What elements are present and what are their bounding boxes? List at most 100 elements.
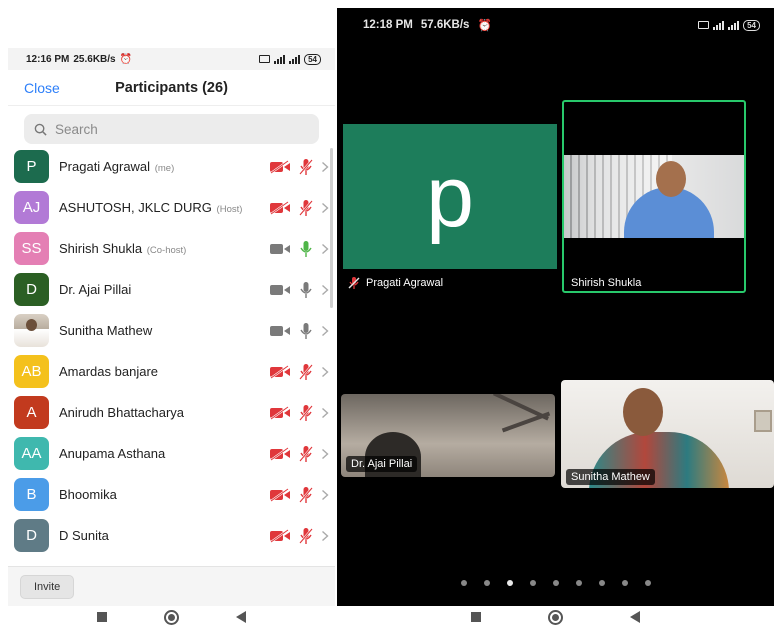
mic-muted-icon[interactable]	[299, 404, 313, 422]
mic-muted-icon[interactable]	[299, 486, 313, 504]
chevron-right-icon[interactable]	[321, 325, 329, 337]
avatar	[14, 314, 49, 347]
mic-icon[interactable]	[299, 322, 313, 340]
participant-role-tag: (Host)	[213, 204, 243, 215]
video-off-icon[interactable]	[269, 200, 291, 215]
participant-name-text: D Sunita	[59, 528, 109, 543]
mic-muted-icon[interactable]	[299, 363, 313, 381]
page-dot[interactable]	[483, 580, 490, 586]
search-icon	[34, 123, 47, 136]
status-speed: 25.6KB/s	[73, 53, 116, 65]
mic-muted-icon[interactable]	[299, 527, 313, 545]
home-icon[interactable]	[547, 609, 563, 625]
scrollbar[interactable]	[330, 148, 333, 308]
video-icon[interactable]	[269, 324, 291, 338]
page-dot[interactable]	[529, 580, 536, 586]
tile-label-sunitha: Sunitha Mathew	[566, 469, 655, 485]
participant-video	[564, 155, 744, 238]
mic-muted-icon[interactable]	[299, 199, 313, 217]
chevron-right-icon[interactable]	[321, 448, 329, 460]
mic-active-icon[interactable]	[299, 240, 313, 258]
tile-label-ajai: Dr. Ajai Pillai	[346, 456, 418, 472]
back-icon[interactable]	[630, 611, 641, 623]
avatar: P	[14, 150, 49, 183]
android-nav-bar	[8, 606, 335, 628]
page-indicator	[337, 580, 774, 586]
participant-row[interactable]: AJ ASHUTOSH, JKLC DURG (Host)	[8, 187, 335, 228]
status-time: 12:18 PM	[363, 19, 413, 31]
video-tile-sunitha[interactable]: Sunitha Mathew	[561, 380, 774, 488]
mic-muted-icon	[348, 277, 360, 289]
alarm-icon: ⏰	[477, 20, 492, 32]
video-tile-ajai[interactable]: Dr. Ajai Pillai	[341, 394, 555, 477]
signal-icon	[728, 20, 740, 30]
participant-name-text: Shirish Shukla	[59, 241, 143, 256]
participant-role-tag: (Co-host)	[144, 245, 187, 256]
bottom-bar: Invite	[8, 566, 335, 606]
chevron-right-icon[interactable]	[321, 284, 329, 296]
participant-row[interactable]: D Dr. Ajai Pillai	[8, 269, 335, 310]
recents-icon[interactable]	[470, 612, 481, 622]
participant-row[interactable]: Sunitha Mathew	[8, 310, 335, 351]
status-speed: 57.6KB/s	[420, 19, 470, 31]
mic-icon[interactable]	[299, 281, 313, 299]
video-off-icon[interactable]	[269, 446, 291, 461]
page-dot[interactable]	[460, 580, 467, 586]
avatar: B	[14, 478, 49, 511]
video-icon[interactable]	[269, 283, 291, 297]
video-off-icon[interactable]	[269, 159, 291, 174]
video-tile-shirish[interactable]: Shirish Shukla	[562, 100, 746, 293]
search-input[interactable]: Search	[24, 114, 319, 144]
video-icon[interactable]	[269, 242, 291, 256]
avatar: AA	[14, 437, 49, 470]
signal-icon	[289, 54, 301, 64]
participant-name-text: ASHUTOSH, JKLC DURG	[59, 200, 212, 215]
chevron-right-icon[interactable]	[321, 202, 329, 214]
signal-icon	[713, 20, 725, 30]
alarm-icon: ⏰	[119, 53, 133, 65]
participants-screen: 12:16 PM 25.6KB/s ⏰ 54 Close Participant…	[8, 48, 335, 606]
page-dot[interactable]	[644, 580, 651, 586]
chevron-right-icon[interactable]	[321, 530, 329, 542]
avatar: A	[14, 396, 49, 429]
chevron-right-icon[interactable]	[321, 407, 329, 419]
participant-name-text: Pragati Agrawal	[59, 159, 151, 174]
participant-name-text: Anirudh Bhattacharya	[59, 405, 185, 420]
participant-name-text: Sunitha Mathew	[59, 323, 153, 338]
back-icon[interactable]	[236, 611, 247, 623]
video-off-icon[interactable]	[269, 364, 291, 379]
participants-header: Close Participants (26)	[8, 70, 335, 106]
video-off-icon[interactable]	[269, 528, 291, 543]
chevron-right-icon[interactable]	[321, 243, 329, 255]
tile-label-shirish: Shirish Shukla	[571, 277, 642, 289]
status-bar: 12:18 PM 57.6KB/s ⏰ 54	[337, 8, 774, 42]
video-off-icon[interactable]	[269, 487, 291, 502]
participant-row[interactable]: AB Amardas banjare	[8, 351, 335, 392]
participant-name-text: Anupama Asthana	[59, 446, 166, 461]
participant-row[interactable]: SS Shirish Shukla (Co-host)	[8, 228, 335, 269]
page-dot[interactable]	[506, 580, 513, 586]
chevron-right-icon[interactable]	[321, 161, 329, 173]
invite-button[interactable]: Invite	[20, 574, 75, 599]
tile-label-pragati: Pragati Agrawal	[347, 276, 443, 290]
participant-row[interactable]: A Anirudh Bhattacharya	[8, 392, 335, 433]
video-tile-pragati[interactable]: P	[343, 124, 557, 269]
participant-row[interactable]: B Bhoomika	[8, 474, 335, 515]
mic-muted-icon[interactable]	[299, 158, 313, 176]
close-button[interactable]: Close	[24, 80, 60, 96]
home-icon[interactable]	[163, 609, 179, 625]
mic-muted-icon[interactable]	[299, 445, 313, 463]
chevron-right-icon[interactable]	[321, 366, 329, 378]
battery-icon: 54	[304, 53, 321, 65]
video-off-icon[interactable]	[269, 405, 291, 420]
page-dot[interactable]	[552, 580, 559, 586]
page-dot[interactable]	[575, 580, 582, 586]
recents-icon[interactable]	[96, 612, 107, 622]
participant-row[interactable]: P Pragati Agrawal (me)	[8, 146, 335, 187]
page-dot[interactable]	[621, 580, 628, 586]
page-dot[interactable]	[598, 580, 605, 586]
participant-row[interactable]: AA Anupama Asthana	[8, 433, 335, 474]
search-placeholder: Search	[55, 121, 98, 137]
participant-row[interactable]: D D Sunita	[8, 515, 335, 556]
chevron-right-icon[interactable]	[321, 489, 329, 501]
